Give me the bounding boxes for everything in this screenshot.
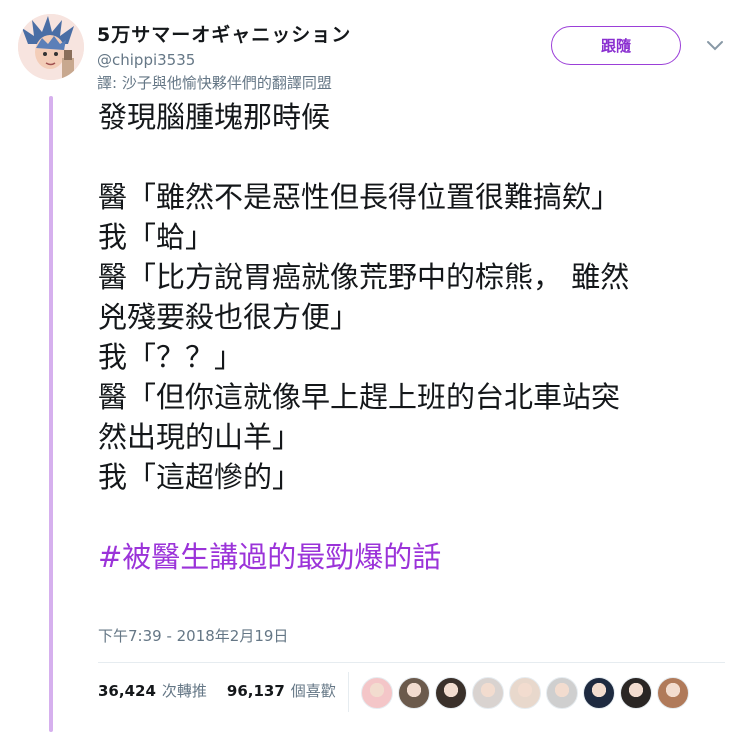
display-name[interactable]: 5万サマーオギャニッション: [97, 20, 351, 47]
user-bio: 譯: 沙子與他愉快夥伴們的翻譯同盟: [97, 74, 332, 92]
chevron-down-icon[interactable]: [704, 38, 726, 54]
avatar[interactable]: [18, 14, 84, 80]
tweet-line: 我「這超慘的」: [98, 460, 302, 494]
tweet-line: 我「蛤」: [98, 220, 215, 254]
retweet-label[interactable]: 次轉推: [162, 680, 207, 701]
liker-avatars: [361, 677, 694, 709]
liker-avatar-7[interactable]: [583, 677, 615, 709]
liker-avatar-9[interactable]: [657, 677, 689, 709]
tweet-timestamp[interactable]: 下午7:39 - 2018年2月19日: [98, 625, 288, 646]
tweet-line: 醫「比方說胃癌就像荒野中的棕熊， 雖然: [98, 260, 630, 294]
tweet-line: 兇殘要殺也很方便」: [98, 300, 360, 334]
tweet-line: [98, 137, 728, 177]
user-handle[interactable]: @chippi3535: [97, 51, 195, 69]
tweet-line: 然出現的山羊」: [98, 420, 302, 454]
like-label[interactable]: 個喜歡: [291, 680, 336, 701]
liker-avatar-6[interactable]: [546, 677, 578, 709]
thread-line: [49, 96, 53, 732]
liker-avatar-4[interactable]: [472, 677, 504, 709]
tweet-line: 醫「但你這就像早上趕上班的台北車站突: [98, 380, 621, 414]
tweet-line: 發現腦腫塊那時候: [98, 100, 331, 134]
liker-avatar-2[interactable]: [398, 677, 430, 709]
liker-avatar-8[interactable]: [620, 677, 652, 709]
tweet-stats: 36,424 次轉推 96,137 個喜歡: [98, 680, 336, 701]
retweet-count[interactable]: 36,424: [98, 682, 156, 700]
liker-avatar-1[interactable]: [361, 677, 393, 709]
like-count[interactable]: 96,137: [227, 682, 285, 700]
divider: [98, 662, 725, 663]
follow-button[interactable]: 跟隨: [551, 26, 681, 65]
liker-avatar-5[interactable]: [509, 677, 541, 709]
stats-separator: [348, 672, 349, 712]
hashtag-link[interactable]: #被醫生講過的最勁爆的話: [98, 540, 441, 574]
tweet-line: 醫「雖然不是惡性但長得位置很難搞欸」: [98, 180, 621, 214]
tweet-line: 我「？？」: [98, 340, 244, 374]
liker-avatar-3[interactable]: [435, 677, 467, 709]
tweet-text: 發現腦腫塊那時候 醫「雖然不是惡性但長得位置很難搞欸」 我「蛤」 醫「比方說胃癌…: [98, 97, 728, 577]
tweet-line: [98, 497, 728, 537]
